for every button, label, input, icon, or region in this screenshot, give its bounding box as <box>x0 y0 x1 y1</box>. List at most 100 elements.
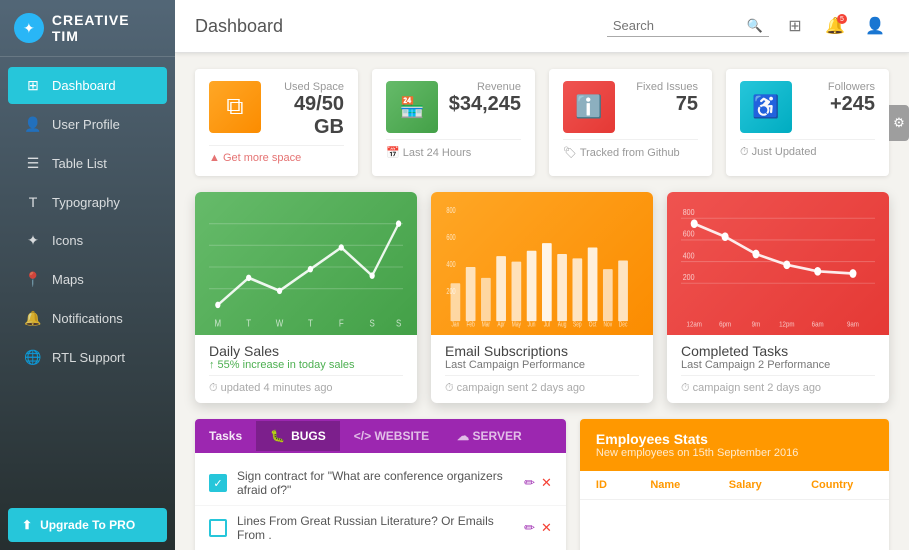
followers-footer: ⏱ Just Updated <box>740 146 816 158</box>
fixed-issues-footer: 🏷 Tracked from Github <box>563 147 680 159</box>
followers-value: +245 <box>802 93 875 116</box>
sidebar-item-maps[interactable]: 📍 Maps <box>8 261 167 298</box>
header-right: 🔍 ⊞ 🔔 5 👤 <box>607 12 889 40</box>
svg-text:Mar: Mar <box>482 321 491 329</box>
server-label: SERVER <box>472 429 521 443</box>
sidebar-item-icons[interactable]: ✦ Icons <box>8 222 167 259</box>
col-country: Country <box>795 471 889 500</box>
svg-text:T: T <box>308 318 313 329</box>
used-space-value: 49/50 GB <box>271 93 344 139</box>
employees-title: Employees Stats <box>596 431 873 447</box>
completed-tasks-title: Completed Tasks <box>681 343 875 359</box>
svg-text:12pm: 12pm <box>779 321 795 329</box>
task-item: ✓ Sign contract for "What are conference… <box>195 461 566 506</box>
svg-text:Dec: Dec <box>619 321 628 329</box>
svg-text:Feb: Feb <box>466 321 475 329</box>
user-avatar[interactable]: 👤 <box>861 12 889 40</box>
daily-sales-title: Daily Sales <box>209 343 403 359</box>
sidebar-item-user-profile[interactable]: 👤 User Profile <box>8 106 167 143</box>
sidebar-item-label: Notifications <box>52 311 123 326</box>
sidebar-nav: ⊞ Dashboard 👤 User Profile ☰ Table List … <box>0 57 175 500</box>
sidebar-item-table-list[interactable]: ☰ Table List <box>8 145 167 182</box>
svg-text:Aug: Aug <box>558 321 567 329</box>
bottom-row: Tasks 🐛 BUGS </> WEBSITE ☁ SERVER <box>195 419 889 550</box>
charts-row: M T W T F S S Daily Sales ↑ 55% increase… <box>195 192 889 403</box>
email-sub-title: Email Subscriptions <box>445 343 639 359</box>
sidebar-item-rtl[interactable]: 🌐 RTL Support <box>8 339 167 376</box>
followers-icon: ♿ <box>740 81 792 133</box>
fixed-issues-value: 75 <box>625 93 698 116</box>
bugs-tab[interactable]: 🐛 BUGS <box>256 421 340 451</box>
revenue-footer: 📅 Last 24 Hours <box>386 147 471 159</box>
svg-text:Jul: Jul <box>544 321 550 329</box>
notification-badge: 5 <box>837 14 847 24</box>
website-label: WEBSITE <box>374 429 429 443</box>
sidebar-item-label: Maps <box>52 272 84 287</box>
svg-text:T: T <box>246 318 251 329</box>
col-id: ID <box>580 471 634 500</box>
svg-text:Apr: Apr <box>497 321 505 329</box>
sidebar-item-label: Typography <box>52 195 120 210</box>
employees-subtitle: New employees on 15th September 2016 <box>596 447 873 459</box>
fixed-issues-label: Fixed Issues <box>625 81 698 93</box>
globe-icon: 🌐 <box>24 349 42 366</box>
task-delete-1[interactable]: ✕ <box>541 475 552 491</box>
server-tab[interactable]: ☁ SERVER <box>443 419 535 453</box>
svg-text:6pm: 6pm <box>719 321 731 329</box>
tasks-body: ✓ Sign contract for "What are conference… <box>195 453 566 550</box>
bell-icon: 🔔 <box>24 310 42 327</box>
sidebar-item-notifications[interactable]: 🔔 Notifications <box>8 300 167 337</box>
tasks-header: Tasks 🐛 BUGS </> WEBSITE ☁ SERVER <box>195 419 566 453</box>
task-edit-1[interactable]: ✏ <box>524 475 535 491</box>
used-space-icon: ⧉ <box>209 81 261 133</box>
sidebar-item-dashboard[interactable]: ⊞ Dashboard <box>8 67 167 104</box>
icons-icon: ✦ <box>24 232 42 249</box>
grid-icon[interactable]: ⊞ <box>781 12 809 40</box>
map-icon: 📍 <box>24 271 42 288</box>
task-edit-2[interactable]: ✏ <box>524 520 535 536</box>
task-item-2: Lines From Great Russian Literature? Or … <box>195 506 566 550</box>
task-checkbox-2[interactable] <box>209 519 227 537</box>
daily-sales-timestamp: ⏱ updated 4 minutes ago <box>209 375 403 395</box>
website-tab[interactable]: </> WEBSITE <box>340 419 443 453</box>
svg-text:S: S <box>369 318 374 329</box>
svg-text:600: 600 <box>446 232 455 243</box>
dashboard-icon: ⊞ <box>24 77 42 94</box>
table-icon: ☰ <box>24 155 42 172</box>
completed-tasks-chart: 800 600 400 200 12am <box>681 202 875 332</box>
search-icon[interactable]: 🔍 <box>747 18 763 34</box>
chart-email-subscriptions: 800 600 400 200 Jan Feb Mar Apr May Jun … <box>431 192 653 403</box>
sidebar-item-typography[interactable]: T Typography <box>8 184 167 220</box>
user-icon: 👤 <box>24 116 42 133</box>
task-text-1: Sign contract for "What are conference o… <box>237 469 514 497</box>
upgrade-label: Upgrade To PRO <box>40 518 135 532</box>
tasks-label: Tasks <box>195 419 256 453</box>
svg-text:800: 800 <box>446 204 455 215</box>
get-more-space-link[interactable]: ▲ Get more space <box>209 152 301 164</box>
daily-sales-chart: M T W T F S S <box>209 202 403 332</box>
search-box[interactable]: 🔍 <box>607 16 769 37</box>
sidebar-item-label: RTL Support <box>52 350 125 365</box>
server-icon: ☁ <box>457 429 469 443</box>
settings-gear-button[interactable]: ⚙ <box>889 105 909 141</box>
brand-name: CREATIVE TIM <box>52 12 161 44</box>
used-space-label: Used Space <box>271 81 344 93</box>
tasks-card: Tasks 🐛 BUGS </> WEBSITE ☁ SERVER <box>195 419 566 550</box>
svg-text:S: S <box>396 318 401 329</box>
website-icon: </> <box>354 429 371 443</box>
daily-sales-subtitle: ↑ 55% increase in today sales <box>209 359 403 371</box>
search-input[interactable] <box>613 18 743 33</box>
task-checkbox-1[interactable]: ✓ <box>209 474 227 492</box>
employees-table: ID Name Salary Country <box>580 471 889 500</box>
upgrade-button[interactable]: ⬆ Upgrade To PRO <box>8 508 167 542</box>
stat-card-followers: ♿ Followers +245 ⏱ Just Updated <box>726 69 889 176</box>
notifications-icon[interactable]: 🔔 5 <box>821 12 849 40</box>
email-sub-subtitle: Last Campaign Performance <box>445 359 639 371</box>
svg-text:Sep: Sep <box>573 321 582 329</box>
task-delete-2[interactable]: ✕ <box>541 520 552 536</box>
followers-label: Followers <box>802 81 875 93</box>
svg-text:200: 200 <box>683 272 695 282</box>
svg-text:9m: 9m <box>752 321 761 329</box>
employees-header: Employees Stats New employees on 15th Se… <box>580 419 889 471</box>
email-subscriptions-chart: 800 600 400 200 Jan Feb Mar Apr May Jun … <box>445 202 639 332</box>
